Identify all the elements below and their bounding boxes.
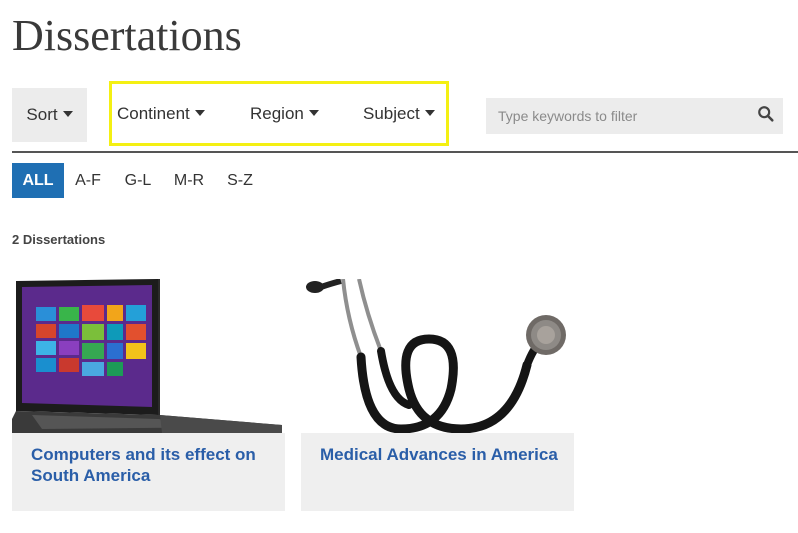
tab-s-z[interactable]: S-Z [220, 163, 260, 198]
tab-s-z-label: S-Z [227, 171, 253, 189]
search-box [486, 98, 783, 134]
region-dropdown[interactable]: Region [250, 84, 319, 143]
tab-g-l-label: G-L [124, 171, 152, 189]
page-title: Dissertations [12, 11, 242, 60]
caret-down-icon [424, 109, 435, 116]
continent-label: Continent [117, 103, 190, 123]
toolbar-divider [12, 151, 798, 153]
continent-dropdown[interactable]: Continent [117, 84, 205, 143]
tab-all-label: ALL [22, 171, 54, 189]
sort-label: Sort [26, 105, 58, 124]
caret-down-icon [308, 109, 319, 116]
search-icon[interactable] [757, 105, 775, 123]
sort-dropdown[interactable]: Sort [12, 88, 87, 142]
tab-a-f[interactable]: A-F [68, 163, 108, 198]
result-count: 2 Dissertations [12, 232, 106, 247]
stethoscope-image[interactable] [301, 279, 574, 433]
dissertation-card[interactable]: Computers and its effect on South Americ… [12, 279, 285, 511]
card-title[interactable]: Computers and its effect on South Americ… [31, 444, 271, 486]
tab-m-r-label: M-R [173, 171, 205, 189]
search-input[interactable] [486, 98, 746, 134]
tab-a-f-label: A-F [75, 171, 101, 189]
subject-dropdown[interactable]: Subject [363, 84, 435, 143]
laptop-image[interactable] [12, 279, 285, 433]
tab-all[interactable]: ALL [12, 163, 64, 198]
region-label: Region [250, 103, 304, 123]
caret-down-icon [194, 109, 205, 116]
dissertation-card[interactable]: Medical Advances in America [301, 279, 574, 511]
caret-down-icon [62, 111, 73, 117]
subject-label: Subject [363, 103, 420, 123]
filter-group-highlight: Continent Region Subject [109, 81, 449, 146]
card-title[interactable]: Medical Advances in America [320, 444, 560, 465]
tab-g-l[interactable]: G-L [118, 163, 158, 198]
tab-m-r[interactable]: M-R [168, 163, 210, 198]
